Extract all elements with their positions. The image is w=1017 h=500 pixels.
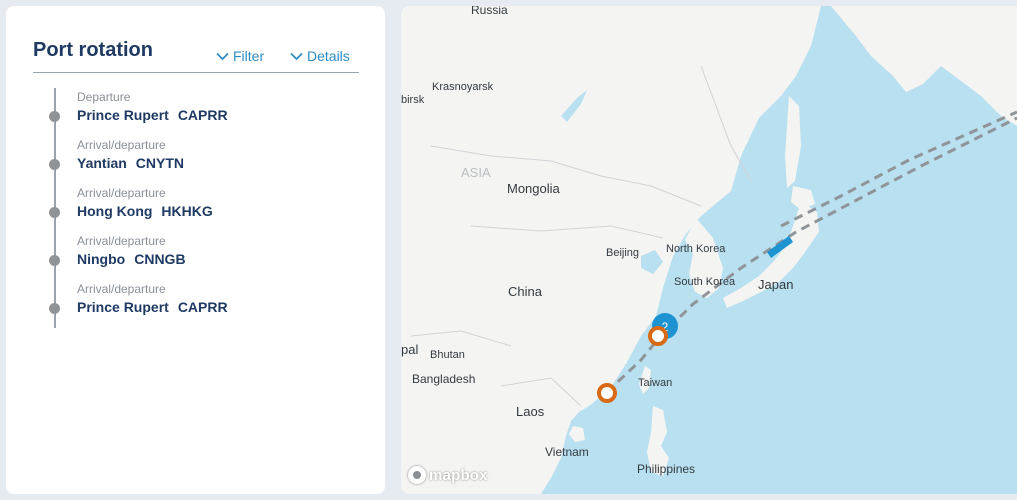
mapbox-wordmark: mapbox	[429, 466, 488, 484]
port-rotation-panel: Port rotation Filter Details Departure P…	[6, 6, 385, 494]
land-northeast	[831, 6, 1017, 126]
map-label-laos: Laos	[516, 404, 545, 419]
map-label-mongolia: Mongolia	[507, 181, 560, 196]
map-label-beijing: Beijing	[606, 247, 640, 259]
timeline-dot	[49, 111, 60, 122]
stop-type: Arrival/departure	[77, 282, 166, 296]
stop-type: Arrival/departure	[77, 234, 166, 248]
stop-type: Departure	[77, 90, 131, 104]
filter-label: Filter	[233, 48, 265, 64]
port-marker	[597, 383, 617, 403]
map-label-bangladesh: Bangladesh	[412, 372, 476, 386]
timeline-dot	[49, 207, 60, 218]
stop-port: Prince Rupert CAPRR	[77, 299, 228, 315]
chevron-down-icon	[216, 52, 229, 60]
timeline-dot	[49, 159, 60, 170]
mapbox-logo[interactable]: mapbox	[408, 466, 488, 484]
map-label-philippines: Philippines	[637, 462, 696, 476]
map-label-nepal: pal	[401, 342, 419, 357]
port-name: Ningbo	[77, 251, 126, 267]
header-divider	[33, 72, 359, 73]
map-label-japan: Japan	[758, 277, 794, 292]
map-label-south-korea: South Korea	[674, 276, 736, 288]
timeline-stop[interactable]: Arrival/departure Ningbo CNNGB	[33, 234, 363, 282]
stop-port: Hong Kong HKHKG	[77, 203, 213, 219]
stop-type: Arrival/departure	[77, 138, 166, 152]
land-hokkaido	[791, 186, 815, 210]
chevron-down-icon	[290, 52, 303, 60]
port-marker	[648, 326, 668, 346]
timeline-dot	[49, 255, 60, 266]
map-label-north-korea: North Korea	[666, 243, 726, 255]
port-name: Prince Rupert	[77, 299, 169, 315]
timeline-stop[interactable]: Arrival/departure Hong Kong HKHKG	[33, 186, 363, 234]
details-button[interactable]: Details	[290, 48, 350, 64]
map-view[interactable]: 2 Russia Krasnoyarsk birsk ASIA Mongolia…	[401, 6, 1017, 494]
stop-port: Prince Rupert CAPRR	[77, 107, 228, 123]
timeline-dot	[49, 303, 60, 314]
timeline-stop[interactable]: Departure Prince Rupert CAPRR	[33, 90, 363, 138]
port-code: CNNGB	[134, 251, 186, 267]
map-label-birsk: birsk	[401, 94, 425, 106]
map-label-russia: Russia	[471, 6, 508, 17]
route-line-parallel	[780, 110, 1017, 228]
map-label-taiwan: Taiwan	[638, 377, 673, 389]
stop-port: Ningbo CNNGB	[77, 251, 186, 267]
filter-button[interactable]: Filter	[216, 48, 264, 64]
mapbox-icon	[408, 466, 426, 484]
timeline-stop[interactable]: Arrival/departure Yantian CNYTN	[33, 138, 363, 186]
port-name: Yantian	[77, 155, 127, 171]
map-label-asia: ASIA	[461, 165, 491, 180]
port-name: Prince Rupert	[77, 107, 169, 123]
port-code: CAPRR	[177, 107, 228, 123]
port-name: Hong Kong	[77, 203, 153, 219]
map-label-bhutan: Bhutan	[430, 349, 465, 361]
map-label-vietnam: Vietnam	[545, 445, 589, 459]
port-code: CNYTN	[135, 155, 185, 171]
details-label: Details	[307, 48, 350, 64]
map-label-krasnoyarsk: Krasnoyarsk	[432, 81, 494, 93]
stop-type: Arrival/departure	[77, 186, 166, 200]
timeline-stop[interactable]: Arrival/departure Prince Rupert CAPRR	[33, 282, 363, 330]
port-code: CAPRR	[177, 299, 228, 315]
stop-port: Yantian CNYTN	[77, 155, 184, 171]
map-label-china: China	[508, 284, 542, 299]
port-code: HKHKG	[161, 203, 213, 219]
panel-title: Port rotation	[33, 39, 153, 61]
land-hainan	[569, 426, 585, 442]
land-sakhalin	[785, 96, 801, 188]
